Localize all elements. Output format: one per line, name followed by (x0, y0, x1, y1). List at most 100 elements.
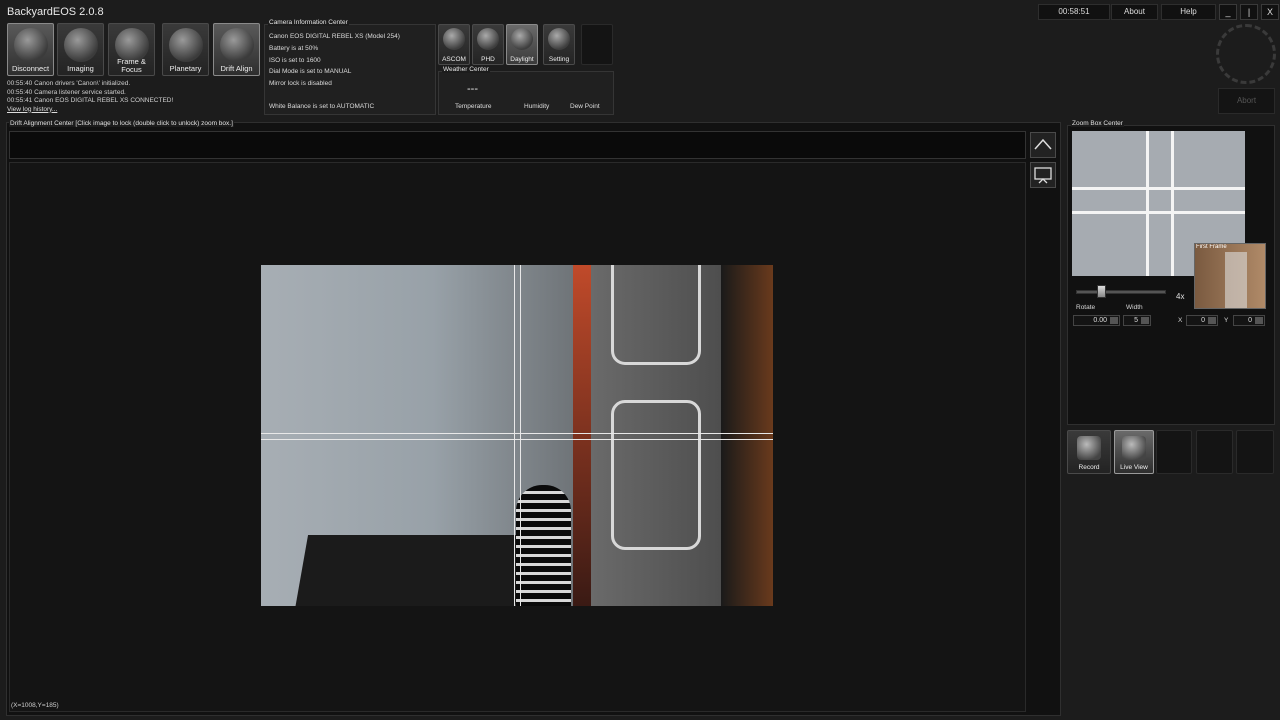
zoom-crosshair-vertical (1171, 131, 1174, 276)
zoom-slider-track[interactable] (1076, 290, 1166, 294)
view-log-history-link[interactable]: View log history... (7, 106, 262, 115)
camera-info-title: Camera Information Center (268, 19, 349, 26)
planetary-label: Planetary (169, 64, 202, 73)
empty-slot-button[interactable] (1156, 430, 1192, 474)
log-panel: 00:55:40 Canon drivers 'Canon\' initiali… (7, 80, 262, 114)
imaging-icon (63, 28, 98, 62)
drift-graph-strip (9, 131, 1026, 159)
empty-slot-button[interactable] (581, 24, 613, 65)
width-label: Width (1126, 304, 1143, 311)
white-balance-status: White Balance is set to AUTOMATIC (269, 103, 375, 110)
zoom-crosshair-horizontal (1072, 187, 1245, 190)
sun-icon (511, 28, 533, 50)
planetary-button[interactable]: Planetary (162, 23, 209, 76)
pause-icon (1122, 436, 1146, 460)
zoom-slider-thumb[interactable] (1097, 285, 1107, 298)
camera-model: Canon EOS DIGITAL REBEL XS (Model 254) (269, 33, 400, 40)
first-frame-label: First Frame (1196, 244, 1227, 250)
minimize-button[interactable]: _ (1219, 4, 1237, 20)
ascom-label: ASCOM (442, 56, 466, 63)
zoom-box-title: Zoom Box Center (1071, 120, 1124, 127)
rotate-label: Rotate (1076, 304, 1096, 311)
close-button[interactable]: X (1261, 4, 1279, 20)
help-button[interactable]: Help (1161, 4, 1216, 20)
weather-title: Weather Center (442, 66, 490, 73)
clock-display: 00:58:51 (1038, 4, 1110, 20)
ascom-button[interactable]: ASCOM (438, 24, 470, 65)
app-title: BackyardEOS 2.0.8 (7, 6, 104, 18)
setting-button[interactable]: Setting (543, 24, 575, 65)
empty-slot-button[interactable] (1236, 430, 1274, 474)
dial-mode-status: Dial Mode is set to MANUAL (269, 68, 352, 75)
door-panel-lower (611, 400, 701, 550)
restore-button[interactable]: | (1240, 4, 1258, 20)
dark-room-region (721, 265, 773, 606)
zoom-crosshair-horizontal (1072, 211, 1245, 214)
log-line: 00:55:40 Canon drivers 'Canon\' initiali… (7, 80, 131, 87)
drift-align-button[interactable]: Drift Align (213, 23, 260, 76)
settings-icon (548, 28, 570, 50)
camera-icon (13, 28, 48, 62)
collapse-up-button[interactable] (1030, 132, 1056, 158)
drift-alignment-title: Drift Alignment Center [Click image to l… (9, 120, 234, 127)
dark-object (293, 535, 529, 606)
camera-info-panel: Camera Information Center Canon EOS DIGI… (264, 19, 436, 115)
first-frame-thumbnail: First Frame (1194, 243, 1266, 309)
mirror-lock-status: Mirror lock is disabled (269, 80, 332, 87)
disconnect-label: Disconnect (11, 64, 50, 73)
daylight-label: Daylight (510, 56, 534, 63)
movie-camera-icon (1077, 436, 1101, 460)
width-stepper[interactable]: 5 (1123, 315, 1151, 326)
battery-status: Battery is at 50% (269, 45, 319, 52)
spring-object (516, 485, 571, 606)
door-frame-region (573, 265, 591, 606)
phd-button[interactable]: PHD (472, 24, 504, 65)
weather-panel: Weather Center --- Temperature Humidity … (438, 66, 614, 115)
disconnect-button[interactable]: Disconnect (7, 23, 54, 76)
iso-status: ISO is set to 1600 (269, 57, 321, 64)
planet-icon (168, 28, 203, 62)
temperature-label: Temperature (455, 103, 492, 110)
abort-button[interactable]: Abort (1218, 88, 1275, 114)
about-button[interactable]: About (1111, 4, 1158, 20)
cursor-coordinates: (X=1008,Y=185) (11, 702, 59, 709)
progress-dial-icon (1216, 24, 1276, 84)
frame-focus-button[interactable]: Frame & Focus (108, 23, 155, 76)
empty-slot-button[interactable] (1196, 430, 1233, 474)
x-label: X (1178, 317, 1183, 324)
weather-value: --- (467, 83, 478, 95)
zoom-level-label: 4x (1176, 292, 1185, 301)
x-stepper[interactable]: 0 (1186, 315, 1218, 326)
y-stepper[interactable]: 0 (1233, 315, 1265, 326)
crosshair-horizontal-line (261, 433, 773, 434)
y-label: Y (1224, 317, 1229, 324)
humidity-label: Humidity (524, 103, 550, 110)
daylight-button[interactable]: Daylight (506, 24, 538, 65)
ascom-icon (443, 28, 465, 50)
crosshair-horizontal-line (261, 439, 773, 440)
record-button[interactable]: Record (1067, 430, 1111, 474)
fullscreen-button[interactable] (1030, 162, 1056, 188)
setting-label: Setting (548, 56, 570, 63)
chevron-up-icon (1034, 138, 1052, 150)
live-view-label: Live View (1120, 464, 1148, 471)
log-line: 00:55:41 Canon EOS DIGITAL REBEL XS CONN… (7, 97, 174, 104)
imaging-button[interactable]: Imaging (57, 23, 104, 76)
monitor-icon (1034, 167, 1052, 184)
rotate-stepper[interactable]: 0.00 (1073, 315, 1120, 326)
phd-icon (477, 28, 499, 50)
crosshair-vertical-line (514, 265, 515, 606)
phd-label: PHD (481, 56, 495, 63)
imaging-label: Imaging (67, 64, 94, 73)
crosshair-vertical-line (520, 265, 521, 606)
drift-align-label: Drift Align (220, 64, 253, 73)
record-label: Record (1078, 464, 1100, 471)
door-panel-upper (611, 265, 701, 365)
drift-align-icon (219, 28, 254, 62)
dew-point-label: Dew Point (570, 103, 600, 110)
zoom-crosshair-vertical (1146, 131, 1149, 276)
live-view-image[interactable] (261, 265, 773, 606)
live-view-button[interactable]: Live View (1114, 430, 1154, 474)
log-line: 00:55:40 Camera listener service started… (7, 88, 126, 96)
frame-focus-label: Frame & Focus (117, 57, 146, 74)
